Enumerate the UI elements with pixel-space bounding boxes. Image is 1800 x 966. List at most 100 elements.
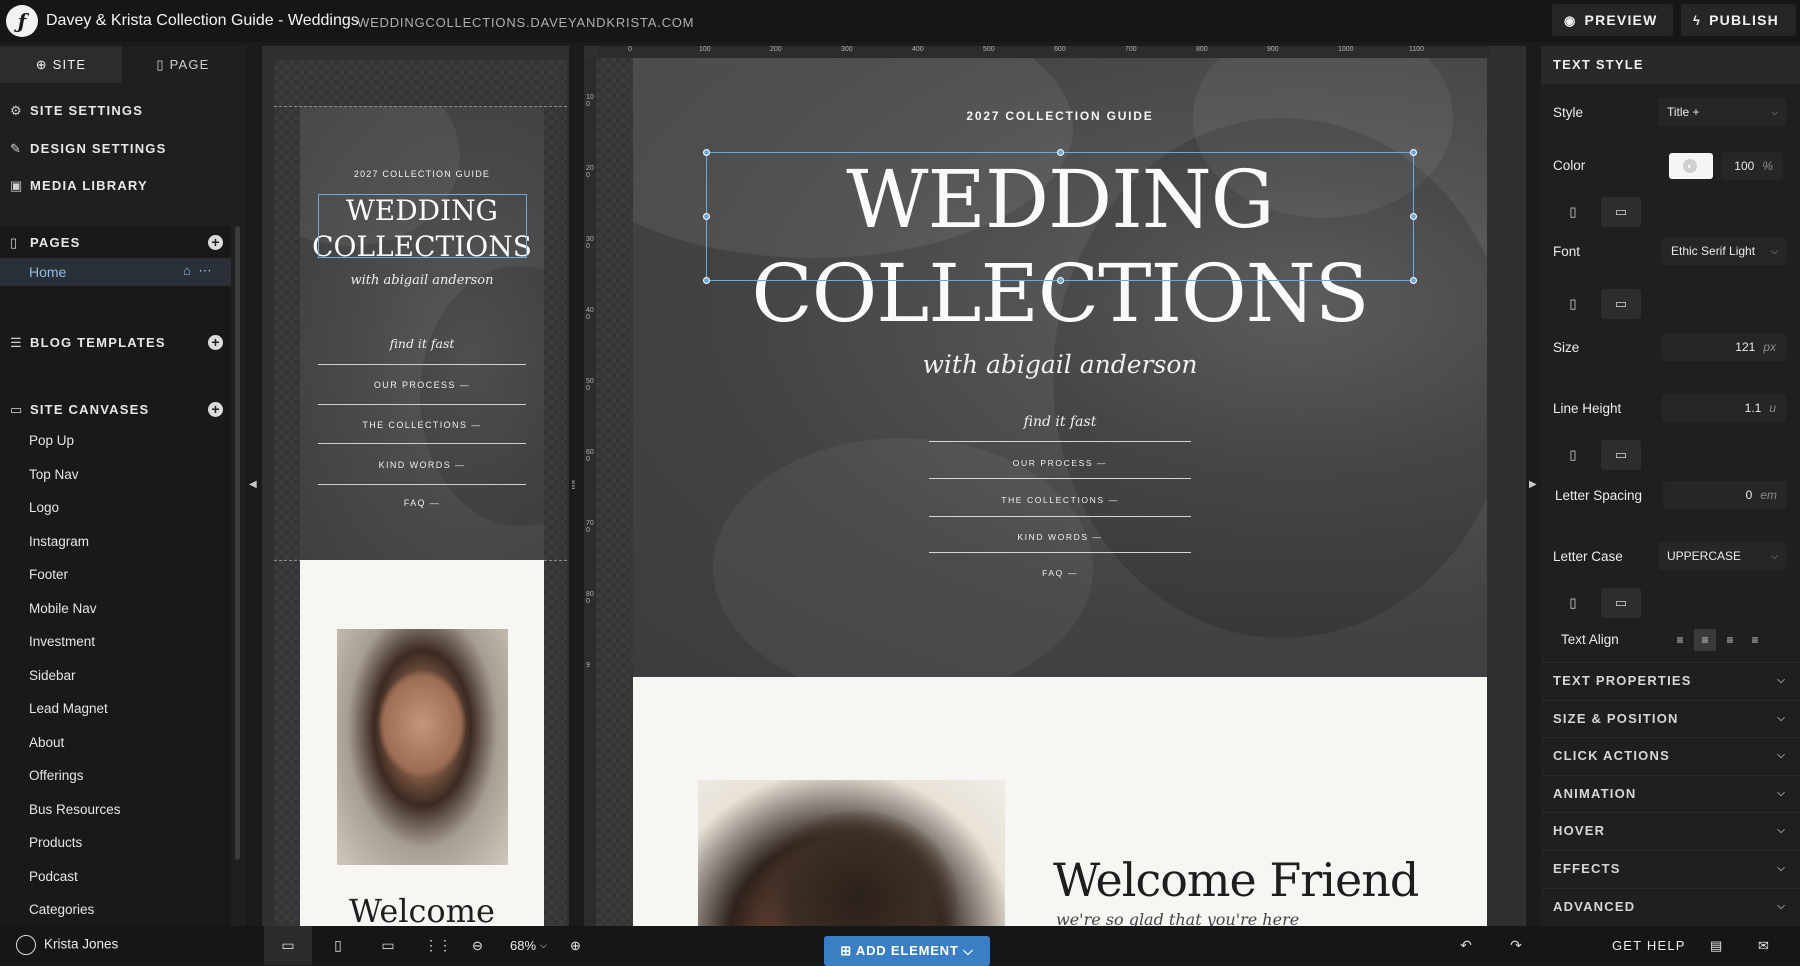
chat-icon[interactable]: ✉ [1758, 926, 1770, 965]
media-library-link[interactable]: ▣ MEDIA LIBRARY [10, 178, 148, 194]
desktop-device-icon[interactable]: ▭ [1601, 289, 1641, 319]
desktop-subtitle[interactable]: with abigail anderson [633, 350, 1487, 379]
canvas-item[interactable]: Investment [29, 634, 95, 649]
mobile-view-icon[interactable]: ▯ [314, 926, 362, 965]
mobile-nav-faq[interactable]: FAQ — [318, 498, 526, 508]
add-page-icon[interactable]: + [208, 235, 223, 250]
zoom-in-icon[interactable]: ⊕ [570, 926, 581, 965]
welcome-heading[interactable]: Welcome Friend [1053, 853, 1419, 907]
resize-handle[interactable] [703, 213, 710, 220]
mobile-welcome-heading[interactable]: Welcome [300, 892, 544, 930]
accordion-section[interactable]: ANIMATION ⌵ [1541, 774, 1800, 811]
help-doc-icon[interactable]: ▤ [1710, 926, 1723, 965]
title-selection-box[interactable] [703, 149, 1417, 284]
tab-site[interactable]: ⊕ SITE [0, 46, 122, 83]
mobile-nav-collections[interactable]: THE COLLECTIONS — [318, 420, 526, 430]
home-more-icon[interactable]: ⌂ ⋯ [183, 263, 213, 279]
canvas-item[interactable]: Products [29, 835, 82, 850]
tab-page[interactable]: ▯ PAGE [122, 46, 244, 83]
canvas-item[interactable]: Offerings [29, 768, 84, 783]
desktop-kicker[interactable]: 2027 COLLECTION GUIDE [633, 109, 1487, 123]
canvas-item[interactable]: Categories [29, 902, 94, 917]
design-settings-link[interactable]: ✎ DESIGN SETTINGS [10, 141, 166, 157]
get-help-link[interactable]: GET HELP [1612, 926, 1686, 965]
line-height-input[interactable]: 1.1 u [1662, 394, 1786, 422]
site-url[interactable]: WEDDINGCOLLECTIONS.DAVEYANDKRISTA.COM [357, 15, 694, 30]
mobile-device-icon[interactable]: ▯ [1553, 588, 1593, 618]
collapse-right-icon[interactable]: ▶ [1529, 479, 1537, 490]
canvas-item[interactable]: Sidebar [29, 668, 76, 683]
mobile-find-it-fast[interactable]: find it fast [300, 336, 544, 351]
zoom-out-icon[interactable]: ⊖ [472, 926, 483, 965]
mobile-kicker[interactable]: 2027 COLLECTION GUIDE [300, 169, 544, 179]
mobile-device-icon[interactable]: ▯ [1553, 440, 1593, 470]
mobile-device-icon[interactable]: ▯ [1553, 197, 1593, 227]
desktop-nav-faq[interactable]: FAQ — [929, 568, 1191, 578]
accordion-section[interactable]: ADVANCED ⌵ [1541, 887, 1800, 924]
desktop-device-icon[interactable]: ▭ [1601, 197, 1641, 227]
align-center-icon[interactable]: ≡ [1694, 629, 1716, 651]
resize-handle[interactable] [1057, 277, 1064, 284]
sidebar-scrollbar[interactable] [235, 226, 240, 860]
color-opacity-input[interactable]: 100% [1721, 152, 1783, 180]
canvas-item[interactable]: Pop Up [29, 433, 74, 448]
color-swatch[interactable]: ◐ [1669, 153, 1713, 179]
mobile-nav-our-process[interactable]: OUR PROCESS — [318, 380, 526, 390]
mobile-device-icon[interactable]: ▯ [1553, 289, 1593, 319]
canvas-item[interactable]: Footer [29, 567, 68, 582]
undo-icon[interactable]: ↶ [1442, 926, 1490, 965]
user-account[interactable]: Krista Jones [16, 935, 118, 955]
align-right-icon[interactable]: ≡ [1719, 629, 1741, 651]
resize-handle[interactable] [703, 277, 710, 284]
desktop-device-icon[interactable]: ▭ [1601, 588, 1641, 618]
site-settings-link[interactable]: ⚙ SITE SETTINGS [10, 103, 143, 119]
resize-handle[interactable] [1057, 149, 1064, 156]
letter-spacing-input[interactable]: 0 em [1663, 481, 1787, 509]
add-canvas-icon[interactable]: + [208, 402, 223, 417]
canvas-item[interactable]: About [29, 735, 64, 750]
desktop-device-icon[interactable]: ▭ [1601, 440, 1641, 470]
zoom-level[interactable]: 68% [510, 926, 536, 965]
canvas-item[interactable]: Lead Magnet [29, 701, 108, 716]
desktop-nav-our-process[interactable]: OUR PROCESS — [929, 458, 1191, 468]
mobile-portrait-image[interactable] [337, 629, 508, 865]
resize-handle[interactable] [1410, 213, 1417, 220]
drag-handle-icon[interactable]: ⁞⁞ [571, 478, 575, 492]
resize-handle[interactable] [1410, 277, 1417, 284]
align-left-icon[interactable]: ≡ [1669, 629, 1691, 651]
accordion-section[interactable]: HOVER ⌵ [1541, 812, 1800, 848]
redo-icon[interactable]: ↷ [1492, 926, 1540, 965]
mobile-subtitle[interactable]: with abigail anderson [300, 273, 544, 288]
desktop-portrait-image[interactable] [698, 780, 1005, 926]
add-blog-template-icon[interactable]: + [208, 335, 223, 350]
letter-case-select[interactable]: UPPERCASE ⌵ [1658, 542, 1786, 570]
font-select[interactable]: Ethic Serif Light ⌵ [1662, 237, 1786, 265]
canvas-item[interactable]: Instagram [29, 534, 89, 549]
canvas-item[interactable]: Logo [29, 500, 59, 515]
app-logo-icon[interactable]: ƒ [6, 5, 38, 37]
size-input[interactable]: 121 px [1662, 333, 1786, 361]
add-element-button[interactable]: ⊞ ADD ELEMENT ⌵ [824, 936, 990, 966]
preview-button[interactable]: ◉ PREVIEW [1552, 4, 1673, 36]
collapse-left-icon[interactable]: ◀ [249, 479, 257, 490]
canvas-item[interactable]: Mobile Nav [29, 601, 97, 616]
accordion-section[interactable]: CLICK ACTIONS ⌵ [1541, 737, 1800, 773]
grid-icon[interactable]: ⋮⋮ [414, 926, 462, 965]
desktop-find-it-fast[interactable]: find it fast [633, 414, 1487, 430]
resize-handle[interactable] [1410, 149, 1417, 156]
style-select[interactable]: Title + ⌵ [1658, 98, 1786, 126]
accordion-section[interactable]: TEXT PROPERTIES ⌵ [1541, 662, 1800, 698]
monitor-view-icon[interactable]: ▭ [364, 926, 412, 965]
align-justify-icon[interactable]: ≡ [1744, 629, 1766, 651]
accordion-section[interactable]: EFFECTS ⌵ [1541, 850, 1800, 886]
canvas-item[interactable]: Bus Resources [29, 802, 121, 817]
chevron-down-icon[interactable]: ⌵ [540, 926, 547, 965]
canvas-item[interactable]: Podcast [29, 869, 78, 884]
accordion-section[interactable]: SIZE & POSITION ⌵ [1541, 699, 1800, 736]
resize-handle[interactable] [703, 149, 710, 156]
desktop-nav-kind-words[interactable]: KIND WORDS — [929, 532, 1191, 542]
desktop-view-icon[interactable]: ▭ [264, 926, 312, 965]
mobile-nav-kind-words[interactable]: KIND WORDS — [318, 460, 526, 470]
desktop-nav-collections[interactable]: THE COLLECTIONS — [929, 495, 1191, 505]
page-item-home[interactable]: Home ⌂ ⋯ [0, 258, 231, 286]
